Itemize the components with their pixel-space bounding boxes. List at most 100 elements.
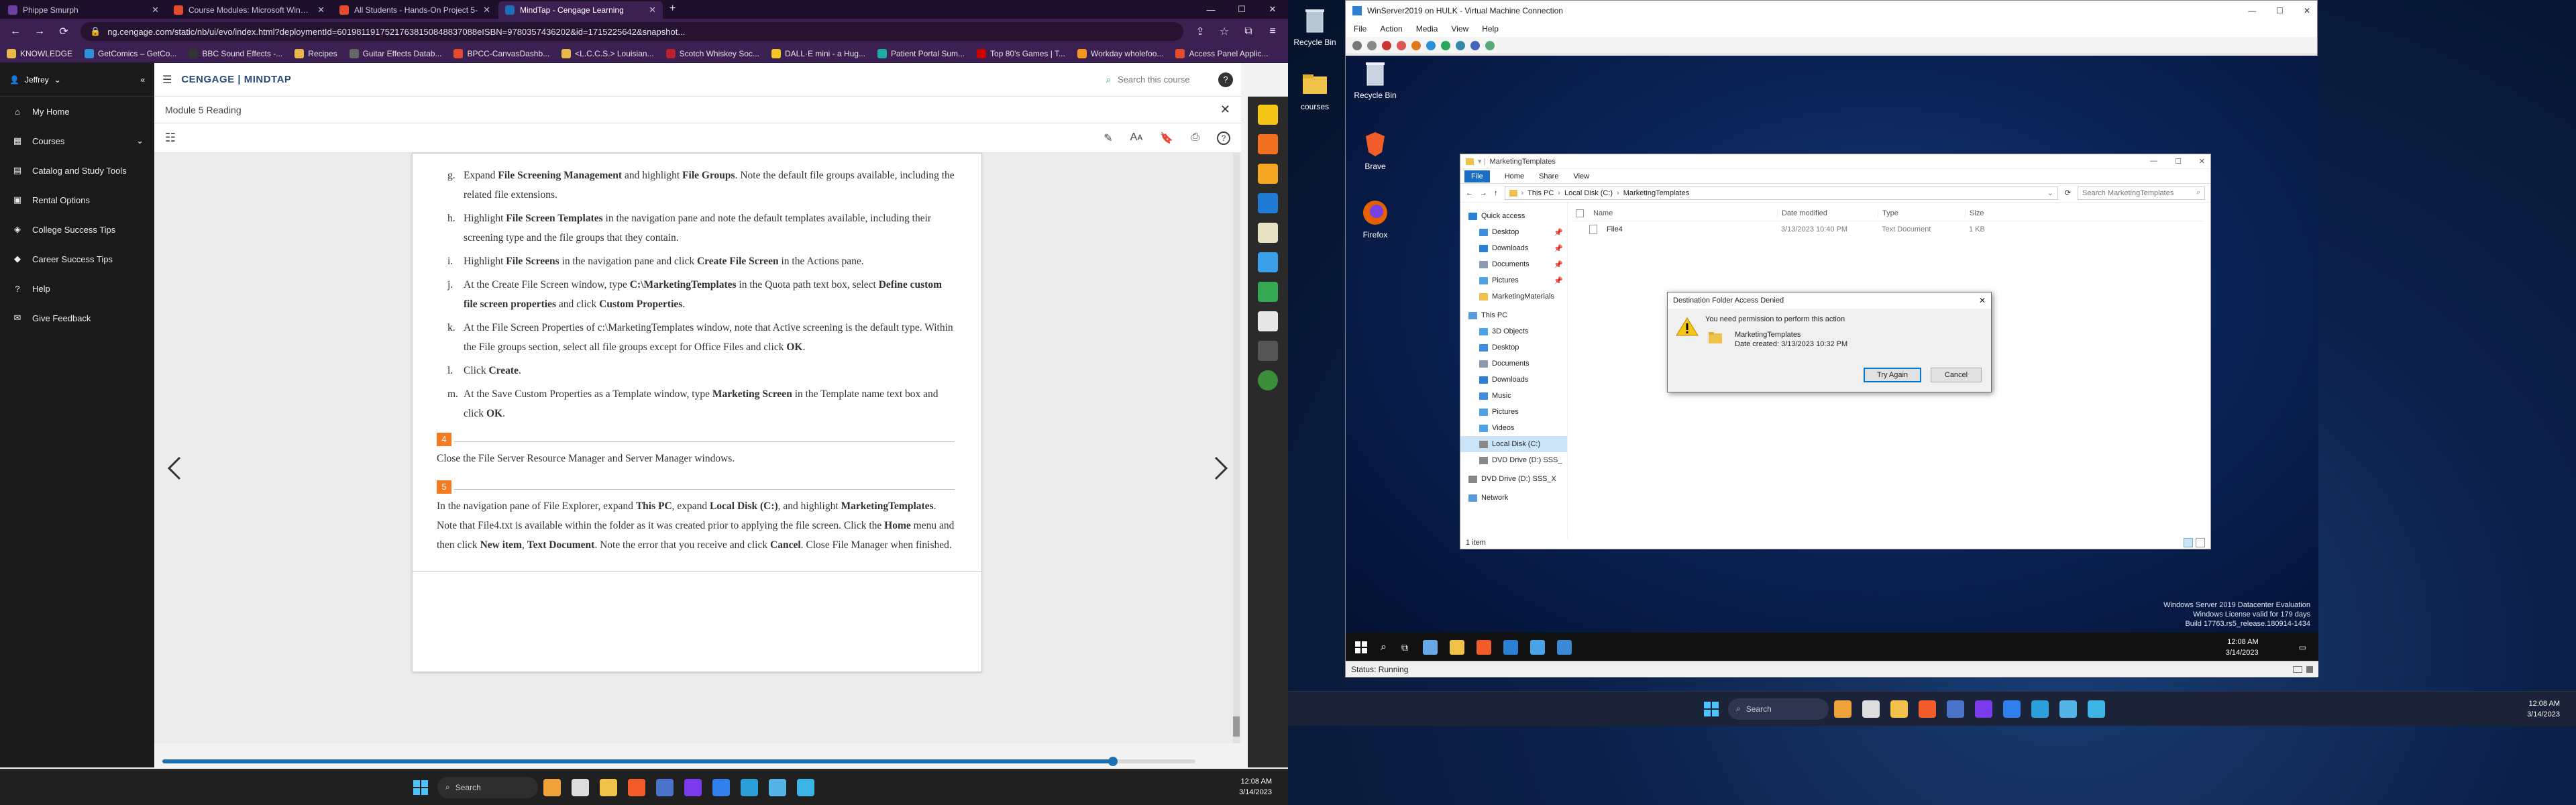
guest-firefox-icon[interactable]: Firefox (1348, 198, 1402, 239)
reading-progress-handle[interactable] (1108, 757, 1118, 766)
dialog-title-bar[interactable]: Destination Folder Access Denied ✕ (1668, 292, 1991, 309)
dictionary-icon[interactable] (1258, 164, 1278, 184)
select-all-checkbox[interactable] (1576, 209, 1584, 217)
collapse-sidebar-icon[interactable]: « (140, 75, 145, 85)
pencil-icon[interactable] (1258, 105, 1278, 125)
chrome-icon[interactable] (1947, 700, 1964, 718)
folder-icon[interactable] (600, 778, 617, 796)
browser-tab[interactable]: All Students - Hands-On Project 5- ✕ (333, 1, 497, 19)
close-icon[interactable]: ✕ (1257, 0, 1288, 19)
explorer-search-input[interactable]: Search MarketingTemplates ⌕ (2078, 186, 2205, 200)
ctrl-alt-del-icon[interactable] (1352, 40, 1362, 50)
notepad-icon[interactable] (1862, 700, 1880, 718)
vscode-icon[interactable] (2003, 700, 2021, 718)
breadcrumb-segment[interactable]: MarketingTemplates (1623, 189, 1689, 197)
forward-icon[interactable]: → (32, 25, 47, 38)
nav-item[interactable]: Downloads 📌 (1460, 240, 1567, 256)
bookmark-item[interactable]: BPCC-CanvasDashb... (453, 48, 549, 58)
close-icon[interactable]: ✕ (2199, 157, 2205, 166)
close-tab-icon[interactable]: ✕ (649, 5, 656, 15)
course-search-input[interactable]: Search this course (1118, 74, 1212, 85)
refresh-icon[interactable]: ⟳ (2065, 189, 2071, 197)
file-explorer-icon[interactable] (1449, 640, 1464, 655)
details-view-icon[interactable] (2184, 538, 2193, 547)
reset-icon[interactable] (1441, 40, 1450, 50)
windows-start-icon[interactable] (413, 780, 428, 795)
maximize-icon[interactable]: ☐ (2276, 6, 2284, 15)
windows-start-icon[interactable] (1355, 641, 1367, 653)
nav-item[interactable]: DVD Drive (D:) SSS_ (1460, 452, 1567, 468)
brave-icon[interactable] (1476, 640, 1491, 655)
minimize-icon[interactable]: — (2248, 6, 2256, 15)
nav-item[interactable]: Pictures 📌 (1460, 272, 1567, 288)
bookmark-item[interactable]: Guitar Effects Datab... (349, 48, 441, 58)
bookmark-item[interactable]: Scotch Whiskey Soc... (665, 48, 759, 58)
taskbar-clock[interactable]: 12:08 AM 3/14/2023 (1239, 776, 1272, 798)
vm-menu-action[interactable]: Action (1380, 24, 1402, 34)
chevron-down-icon[interactable]: ⌄ (2047, 189, 2053, 197)
close-icon[interactable]: ✕ (1979, 296, 1986, 305)
nav-item[interactable]: 3D Objects (1460, 323, 1567, 339)
bookmark-item[interactable]: BBC Sound Effects -... (189, 48, 282, 58)
scrollbar[interactable] (1233, 153, 1240, 743)
minimize-icon[interactable]: — (2150, 157, 2157, 166)
nav-item[interactable]: Documents (1460, 356, 1567, 372)
vm-guest-screen[interactable]: Recycle Bin Brave Firefox ▾ | MarketingT… (1346, 56, 2318, 662)
file-explorer-icon[interactable] (1834, 700, 1851, 718)
next-page-button[interactable] (1208, 448, 1234, 488)
taskbar-search[interactable]: ⌕ Search (437, 776, 538, 798)
vm-title-bar[interactable]: WinServer2019 on HULK - Virtual Machine … (1346, 1, 2317, 21)
save-icon[interactable] (1411, 40, 1421, 50)
guest-clock[interactable]: 12:08 AM 3/14/2023 (2226, 637, 2259, 658)
vm-menu-media[interactable]: Media (1416, 24, 1438, 34)
nav-item[interactable]: This PC (1460, 307, 1567, 323)
hyperv-icon[interactable] (2059, 700, 2077, 718)
ribbon-tab-home[interactable]: Home (1505, 172, 1524, 180)
nav-item[interactable]: Pictures (1460, 404, 1567, 420)
bookmark-item[interactable]: Recipes (294, 48, 337, 58)
notification-icon[interactable]: ▭ (2299, 643, 2306, 652)
nav-item[interactable]: Documents 📌 (1460, 256, 1567, 272)
folder-icon[interactable] (1890, 700, 1908, 718)
previous-page-button[interactable] (161, 448, 188, 488)
hyperv-manager-icon[interactable] (1503, 640, 1518, 655)
help-icon[interactable]: ? (1218, 72, 1233, 87)
nav-item[interactable]: Music (1460, 388, 1567, 404)
browser-tab[interactable]: MindTap - Cengage Learning ✕ (498, 1, 663, 19)
column-header[interactable]: Date modified (1777, 209, 1878, 217)
bookmark-item[interactable]: Top 80's Games | T... (977, 48, 1065, 58)
network-icon[interactable] (1556, 640, 1572, 655)
courses-folder-desktop-icon[interactable]: courses (1288, 70, 1342, 111)
share-icon[interactable]: ⇪ (1193, 25, 1208, 38)
sidebar-item-help[interactable]: ? Help (0, 274, 154, 303)
bookmark-star-icon[interactable]: ☆ (1217, 25, 1232, 38)
vm-menu-help[interactable]: Help (1482, 24, 1499, 34)
revert-icon[interactable] (1470, 40, 1480, 50)
breadcrumb-segment[interactable]: Local Disk (C:) (1564, 189, 1613, 197)
reload-icon[interactable]: ⟳ (56, 25, 71, 38)
server-manager-icon[interactable] (1422, 640, 1438, 655)
hyperv-icon[interactable] (769, 778, 786, 796)
pause-icon[interactable] (1426, 40, 1436, 50)
cloud-icon[interactable] (1258, 252, 1278, 272)
bookmark-item[interactable]: Patient Portal Sum... (877, 48, 965, 58)
nav-item[interactable]: Network (1460, 490, 1567, 506)
app-icon[interactable] (684, 778, 702, 796)
enhanced-session-icon[interactable] (1485, 40, 1495, 50)
column-header[interactable]: Size (1965, 209, 2019, 217)
task-view-icon[interactable]: ⧉ (1401, 642, 1408, 653)
close-tab-icon[interactable]: ✕ (483, 5, 490, 15)
bookmark-item[interactable]: Access Panel Applic... (1175, 48, 1269, 58)
column-header[interactable]: Name (1589, 209, 1777, 217)
search-icon[interactable]: ⌕ (1381, 641, 1387, 653)
info-icon[interactable]: ? (1217, 131, 1230, 145)
quick-access-toolbar[interactable]: ▾ | (1478, 157, 1485, 166)
back-icon[interactable]: ← (8, 25, 23, 38)
notepad-icon[interactable] (572, 778, 589, 796)
address-bar[interactable]: 🔒 ng.cengage.com/static/nb/ui/evo/index.… (80, 22, 1183, 41)
guest-brave-icon[interactable]: Brave (1348, 129, 1402, 171)
vm-menu-view[interactable]: View (1451, 24, 1468, 34)
keyboard-icon[interactable] (1258, 341, 1278, 361)
try-again-button[interactable]: Try Again (1864, 368, 1921, 382)
explorer-title-bar[interactable]: ▾ | MarketingTemplates — ☐ ✕ (1460, 154, 2210, 169)
